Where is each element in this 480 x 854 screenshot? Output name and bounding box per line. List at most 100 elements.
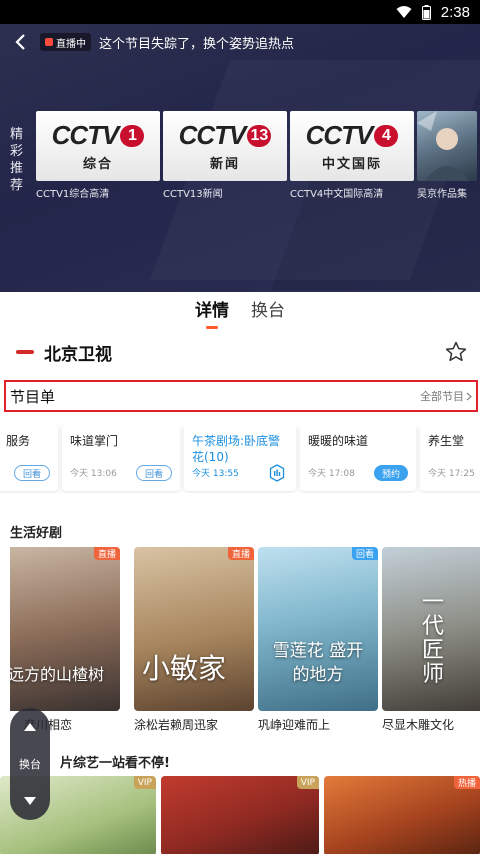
poster-title-art: 雪莲花 盛开的地方 xyxy=(272,641,364,685)
recommend-item-label: CCTV4中文国际高清 xyxy=(290,189,384,200)
logo-word: CCTV xyxy=(305,120,374,150)
reserve-button[interactable]: 预约 xyxy=(373,465,408,481)
clock: 2:38 xyxy=(440,3,470,21)
program-card-current[interactable]: 午茶剧场:卧底警花(10) 今天 13:55 xyxy=(184,425,296,491)
hot-tag: 热播 xyxy=(453,776,480,789)
drama-label: 涂松岩赖周迅家 xyxy=(134,718,219,732)
poster-title-art: 远方的山楂树 xyxy=(10,665,105,684)
channel-thumbnail[interactable]: CCTV 13 新闻 xyxy=(163,111,287,181)
all-programs-link[interactable]: 全部节目 xyxy=(420,388,472,404)
program-time: 今天 13:06 xyxy=(70,469,117,479)
chevron-left-icon xyxy=(15,34,25,50)
schedule-title: 节目单 xyxy=(10,387,56,406)
logo-subtitle: 综合 xyxy=(82,157,113,172)
section-title-drama: 生活好剧 xyxy=(10,526,63,541)
recommend-item[interactable]: CCTV 13 新闻 CCTV13新闻 xyxy=(163,111,287,201)
drama-card[interactable]: 回看 雪莲花 盛开的地方 巩峥迎难而上 xyxy=(258,547,378,733)
back-button[interactable] xyxy=(0,28,40,56)
recommend-title: 精彩推荐 xyxy=(10,127,24,193)
channel-name: 北京卫视 xyxy=(44,344,112,365)
drama-label: 尽显木雕文化 xyxy=(382,718,455,732)
recommend-item[interactable]: CCTV 1 综合 CCTV1综合高清 xyxy=(36,111,160,201)
logo-number: 4 xyxy=(374,124,399,147)
drama-poster[interactable]: 回看 雪莲花 盛开的地方 xyxy=(258,547,378,711)
replay-tag: 回看 xyxy=(351,547,378,560)
logo-number: 13 xyxy=(247,124,272,147)
favorite-star-icon[interactable] xyxy=(444,340,468,364)
drama-card[interactable]: 直播 小敏家 涂松岩赖周迅家 xyxy=(134,547,254,733)
live-badge: 直播中 xyxy=(40,33,91,51)
logo-word: CCTV xyxy=(51,120,120,150)
live-tag: 直播 xyxy=(227,547,254,560)
chevron-right-icon xyxy=(466,392,472,400)
program-name: 味道掌门 xyxy=(70,434,119,448)
section-title-variety: 片综艺一站看不停! xyxy=(60,756,170,771)
channel-up-button[interactable] xyxy=(23,722,37,732)
battery-icon xyxy=(421,4,431,20)
now-playing-icon xyxy=(269,464,285,482)
replay-button[interactable]: 回看 xyxy=(13,465,50,481)
live-tag: 直播 xyxy=(93,547,120,560)
channel-logo-icon xyxy=(16,350,34,354)
variety-strip[interactable]: VIP VIP 热播 xyxy=(0,776,480,854)
detail-tabs: 详情 换台 xyxy=(0,292,480,330)
program-name: 午茶剧场:卧底警花(10) xyxy=(192,434,281,464)
drama-label: 巩峥迎难而上 xyxy=(258,718,331,732)
live-dot-icon xyxy=(45,38,53,46)
poster-title-art: 小敏家 xyxy=(142,652,227,685)
vip-tag: VIP xyxy=(133,776,156,789)
drama-poster[interactable]: 一代匠师 xyxy=(382,547,480,711)
tab-switch-channel[interactable]: 换台 xyxy=(251,296,285,327)
logo-subtitle: 新闻 xyxy=(209,157,240,172)
actor-photo-icon xyxy=(417,111,469,181)
channel-header: 北京卫视 xyxy=(0,336,480,368)
variety-card[interactable]: 热播 xyxy=(324,776,480,854)
program-time: 今天 13:55 xyxy=(192,469,239,479)
replay-button[interactable]: 回看 xyxy=(135,465,172,481)
movie-thumbnail[interactable] xyxy=(417,111,477,181)
drama-poster[interactable]: 直播 小敏家 xyxy=(134,547,254,711)
vip-tag: VIP xyxy=(296,776,319,789)
channel-thumbnail[interactable]: CCTV 1 综合 xyxy=(36,111,160,181)
status-bar: 2:38 xyxy=(0,0,480,24)
channel-thumbnail[interactable]: CCTV 4 中文国际 xyxy=(290,111,414,181)
all-programs-label: 全部节目 xyxy=(420,390,464,403)
logo-word: CCTV xyxy=(178,120,247,150)
program-name: 服务 xyxy=(6,434,31,448)
drama-card[interactable]: 直播 远方的山楂树 彦川相恋 xyxy=(10,547,120,733)
drama-card[interactable]: 一代匠师 尽显木雕文化 xyxy=(382,547,480,733)
channel-down-button[interactable] xyxy=(23,796,37,806)
drama-strip[interactable]: 直播 远方的山楂树 彦川相恋 直播 小敏家 涂松岩赖周迅家 回看 雪莲花 盛开的… xyxy=(10,547,480,737)
program-card[interactable]: 暖暖的味道 今天 17:08 预约 xyxy=(300,425,416,491)
recommend-item-label: 吴京作品集 xyxy=(417,189,467,200)
cctv-logo: CCTV 13 新闻 xyxy=(179,120,272,172)
switcher-label: 换台 xyxy=(19,758,41,771)
program-card[interactable]: 养生堂 今天 17:25 xyxy=(420,425,480,491)
program-card[interactable]: 味道掌门 今天 13:06 回看 xyxy=(62,425,180,491)
drama-poster[interactable]: 直播 远方的山楂树 xyxy=(10,547,120,711)
program-time: 今天 17:08 xyxy=(308,469,355,479)
program-time: 今天 17:25 xyxy=(428,469,475,479)
player-top-bar: 直播中 这个节目失踪了，换个姿势追热点 xyxy=(0,28,480,56)
wifi-icon xyxy=(396,6,412,18)
variety-card[interactable]: VIP xyxy=(161,776,319,854)
logo-number: 1 xyxy=(120,124,145,147)
cctv-logo: CCTV 4 中文国际 xyxy=(306,120,399,172)
schedule-header: 节目单 全部节目 xyxy=(4,380,478,412)
recommend-item[interactable]: CCTV 4 中文国际 CCTV4中文国际高清 xyxy=(290,111,414,201)
live-badge-label: 直播中 xyxy=(56,38,86,50)
logo-subtitle: 中文国际 xyxy=(321,157,382,172)
recommend-item-label: CCTV13新闻 xyxy=(163,189,223,200)
poster-title-art: 一代匠师 xyxy=(422,590,445,687)
recommend-strip[interactable]: CCTV 1 综合 CCTV1综合高清 CCTV 13 新闻 CCTV13新闻 xyxy=(36,111,480,201)
program-name: 养生堂 xyxy=(428,434,465,448)
tab-details[interactable]: 详情 xyxy=(195,296,229,327)
channel-switcher: 换台 xyxy=(10,708,50,820)
program-strip[interactable]: 服务 回看 味道掌门 今天 13:06 回看 午茶剧场:卧底警花(10) 今天 … xyxy=(0,425,480,493)
recommend-item[interactable]: 吴京作品集 xyxy=(417,111,477,201)
program-card[interactable]: 服务 回看 xyxy=(0,425,58,491)
video-player[interactable]: 2:38 直播中 这个节目失踪了，换个姿势追热点 精彩推荐 CCTV 1 综合 xyxy=(0,0,480,292)
recommend-item-label: CCTV1综合高清 xyxy=(36,189,110,200)
player-message: 这个节目失踪了，换个姿势追热点 xyxy=(99,36,295,52)
program-name: 暖暖的味道 xyxy=(308,434,369,448)
